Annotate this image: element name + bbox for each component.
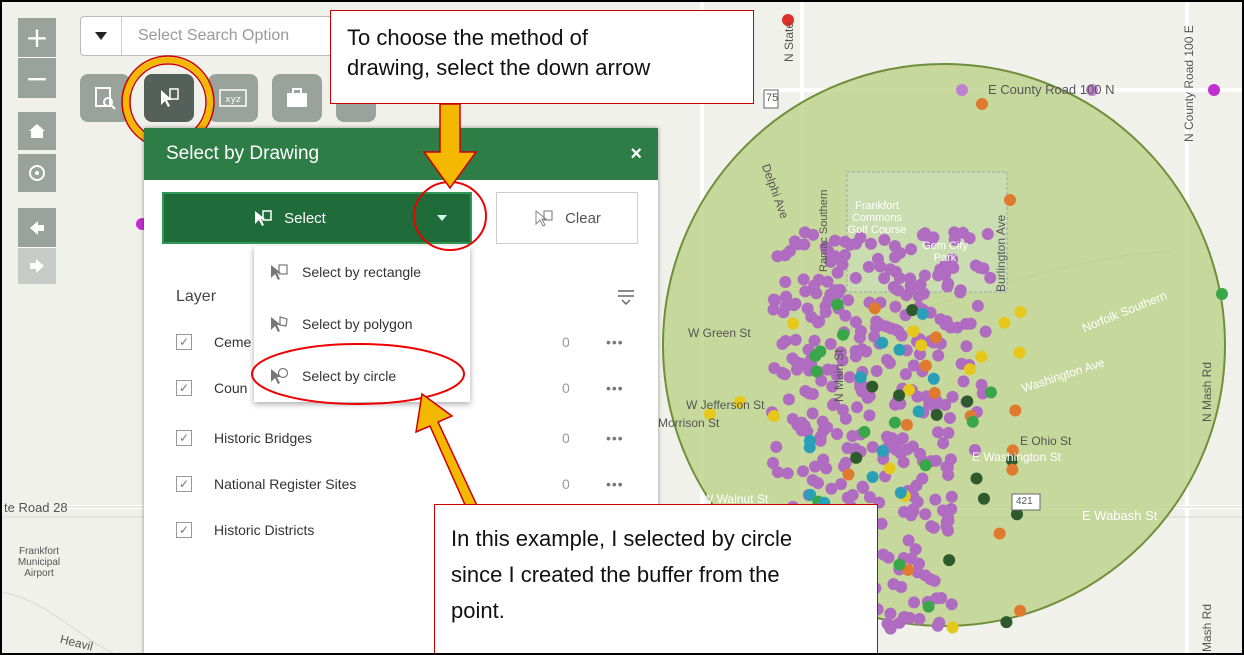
callout-line: since I created the buffer from the	[451, 562, 780, 587]
callout-line: In this example, I selected by circle	[451, 526, 793, 551]
screenshot-frame: E County Road 100 N N County Road 100 E …	[0, 0, 1244, 655]
callout-line: point.	[451, 598, 505, 623]
callout-line: drawing, select the down arrow	[347, 55, 651, 80]
callout-line: To choose the method of	[347, 25, 588, 50]
instruction-callout-top: To choose the method of drawing, select …	[330, 10, 754, 104]
instruction-callout-bottom: In this example, I selected by circle si…	[434, 504, 878, 653]
